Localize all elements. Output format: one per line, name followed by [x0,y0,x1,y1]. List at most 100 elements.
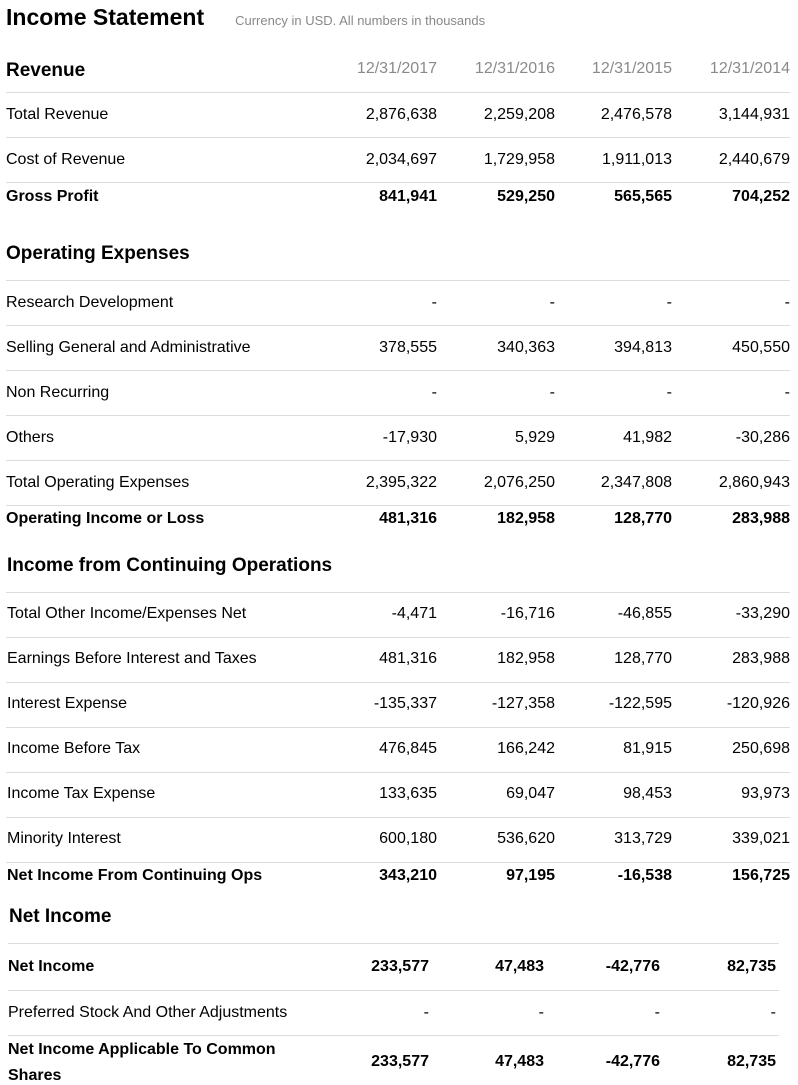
row-label: Net Income Applicable To Common [8,1041,276,1058]
row-label: Operating Income or Loss [6,510,205,527]
row-value: -16,538 [617,867,672,884]
row-value: 182,958 [497,510,555,527]
row-value: 250,698 [732,740,790,757]
row-value: 565,565 [614,188,672,205]
divider [6,862,790,863]
row-value: 2,076,250 [483,474,555,491]
row-value: 41,982 [623,429,672,446]
row-label: Net Income From Continuing Ops [7,867,263,884]
row-value: 394,813 [614,339,672,356]
divider [6,280,790,281]
row-value: -42,776 [605,1053,660,1070]
row-value: 47,483 [495,958,544,975]
row-value: -122,595 [608,695,672,712]
row-value: 1,911,013 [602,151,672,168]
row-value: -16,716 [500,605,555,622]
row-label: Earnings Before Interest and Taxes [7,650,257,667]
header: Income Statement Currency in USD. All nu… [6,4,485,34]
row-value: 378,555 [379,339,437,356]
row-value: 47,483 [495,1053,544,1070]
divider [6,137,790,138]
row-value: 481,316 [379,510,437,527]
row-value: 233,577 [371,958,429,975]
row-value: 1,729,958 [483,151,555,168]
row-value: 98,453 [623,785,672,802]
row-value: 704,252 [732,188,790,205]
row-value: -127,358 [491,695,555,712]
row-value: -33,290 [735,605,790,622]
row-value: -42,776 [605,958,660,975]
row-value: 476,845 [379,740,437,757]
row-value: 97,195 [506,867,555,884]
row-value: 339,021 [732,830,790,847]
row-value: 128,770 [614,650,672,667]
row-value: 156,725 [732,867,790,884]
divider [6,370,790,371]
section-title: Income from Continuing Operations [7,555,333,576]
divider [6,325,790,326]
row-value: 166,242 [497,740,555,757]
row-value: 82,735 [727,958,776,975]
row-value: 481,316 [379,650,437,667]
divider [6,772,790,773]
row-value: -30,286 [735,429,790,446]
divider [6,817,790,818]
divider [6,415,790,416]
row-value: 343,210 [379,867,437,884]
row-value: 283,988 [732,510,790,527]
row-value: - [549,294,555,311]
row-value: 82,735 [727,1053,776,1070]
date-column-header: 12/31/2017 [356,60,437,77]
row-label: Income Tax Expense [7,785,156,802]
section-title: Net Income [9,906,112,927]
divider [6,592,790,593]
row-value: 313,729 [614,830,672,847]
row-label: Income Before Tax [7,740,141,757]
row-value: 182,958 [497,650,555,667]
row-value: -4,471 [391,605,437,622]
row-value: 2,440,679 [718,151,790,168]
row-value: 93,973 [741,785,790,802]
row-label: Net Income [8,958,95,975]
divider [8,943,779,944]
row-value: 3,144,931 [718,106,790,123]
divider [6,182,790,183]
row-value: 2,034,697 [365,151,437,168]
row-label: Minority Interest [7,830,121,847]
row-value: 133,635 [379,785,437,802]
row-label: Total Revenue [6,106,109,123]
row-value: 529,250 [497,188,555,205]
row-value: - [666,384,672,401]
row-value: - [431,294,437,311]
row-value: - [770,1004,776,1021]
divider [6,682,790,683]
row-value: 2,259,208 [483,106,555,123]
currency-note: Currency in USD. All numbers in thousand… [235,13,486,28]
row-value: - [549,384,555,401]
row-label: Preferred Stock And Other Adjustments [8,1004,288,1021]
table-row-net-income-common: Net Income Applicable To Common Shares 2… [8,1041,787,1084]
date-column-header: 12/31/2014 [709,60,790,77]
row-value: 2,395,322 [365,474,437,491]
row-value: - [784,294,790,311]
row-label: Others [6,429,55,446]
divider [8,1035,779,1036]
row-value: -17,930 [382,429,437,446]
row-label: Gross Profit [6,188,99,205]
divider [8,990,779,991]
row-value: 81,915 [623,740,672,757]
row-value: -135,337 [373,695,437,712]
row-value: 841,941 [379,188,437,205]
row-value: - [423,1004,429,1021]
row-value: - [538,1004,544,1021]
divider [6,637,790,638]
row-value: 2,876,638 [365,106,437,123]
row-value: 536,620 [497,830,555,847]
row-value: -46,855 [617,605,672,622]
divider [6,727,790,728]
row-value: 2,476,578 [600,106,672,123]
divider [6,460,790,461]
row-value: -120,926 [726,695,790,712]
row-value: 2,347,808 [600,474,672,491]
row-label: Total Operating Expenses [6,474,190,491]
